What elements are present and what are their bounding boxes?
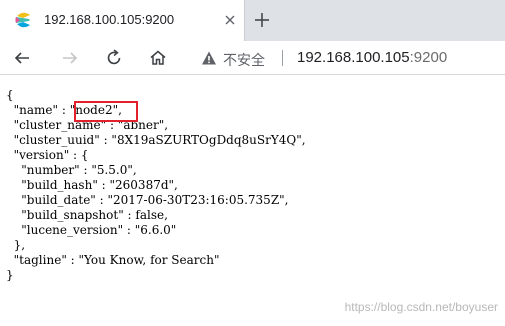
json-line: "cluster_name" : "abner", <box>6 118 169 132</box>
address-bar[interactable]: 不安全 192.168.100.105:9200 <box>195 45 505 71</box>
security-label[interactable]: 不安全 <box>223 50 265 70</box>
url-host: 192.168.100.105 <box>297 49 410 66</box>
json-line: "lucene_version" : "6.6.0" <box>6 223 177 237</box>
toolbar: 不安全 192.168.100.105:9200 <box>0 41 505 74</box>
json-line: { <box>6 88 14 102</box>
json-line: "version" : { <box>6 148 89 162</box>
json-line: }, <box>6 238 26 252</box>
plus-icon[interactable] <box>252 10 272 30</box>
tab-title: 192.168.100.105:9200 <box>44 12 175 27</box>
json-line: "build_snapshot" : false, <box>6 208 168 222</box>
json-response: { "name" : "node2", "cluster_name" : "ab… <box>6 88 306 283</box>
arrow-left-icon[interactable] <box>12 48 32 68</box>
url-text[interactable]: 192.168.100.105:9200 <box>297 49 447 66</box>
json-line: "build_date" : "2017-06-30T23:16:05.735Z… <box>6 193 289 207</box>
json-line: "number" : "5.5.0", <box>6 163 137 177</box>
highlight-box <box>74 101 138 122</box>
warning-triangle-icon[interactable] <box>201 50 217 66</box>
toolbar-divider <box>0 74 505 75</box>
json-line: "tagline" : "You Know, for Search" <box>6 253 220 267</box>
browser-tab[interactable]: 192.168.100.105:9200 <box>0 0 245 41</box>
json-line: "cluster_uuid" : "8X19aSZURTOgDdq8uSrY4Q… <box>6 133 306 147</box>
watermark: https://blog.csdn.net/boyuser <box>344 300 498 314</box>
home-icon[interactable] <box>148 48 168 68</box>
elastic-logo-icon <box>15 12 30 28</box>
arrow-right-icon[interactable] <box>60 48 80 68</box>
json-line-name: "name" : "node2", <box>6 103 122 117</box>
json-line: "build_hash" : "260387d", <box>6 178 178 192</box>
url-port: :9200 <box>409 49 448 66</box>
reload-icon[interactable] <box>104 48 124 68</box>
tab-strip: 192.168.100.105:9200 <box>0 0 505 41</box>
divider <box>282 50 283 66</box>
json-line: } <box>6 268 14 282</box>
close-icon[interactable] <box>222 12 238 28</box>
